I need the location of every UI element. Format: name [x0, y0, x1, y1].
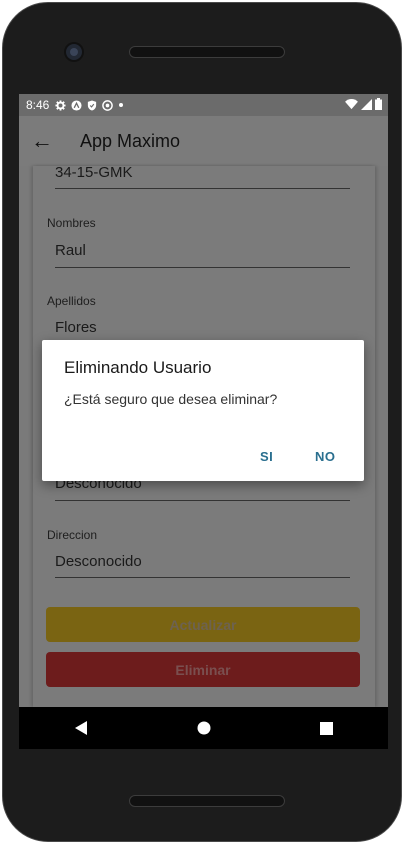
back-triangle-icon	[74, 721, 87, 735]
front-camera	[66, 44, 82, 60]
recents-square-icon	[320, 721, 333, 735]
confirm-dialog: Eliminando Usuario ¿Está seguro que dese…	[42, 340, 364, 481]
screen: 8:46 ← App Maximo 34-15-GMK Nombres Raul…	[19, 94, 388, 707]
dialog-message: ¿Está seguro que desea eliminar?	[64, 391, 278, 407]
dialog-title: Eliminando Usuario	[64, 358, 212, 377]
system-nav-bar	[19, 707, 388, 749]
dialog-yes-button[interactable]: SI	[260, 449, 273, 464]
nav-back-button[interactable]	[61, 708, 101, 748]
nav-home-button[interactable]	[184, 708, 224, 748]
top-speaker	[129, 46, 285, 58]
nav-recents-button[interactable]	[307, 708, 347, 748]
dialog-no-button[interactable]: NO	[315, 449, 336, 464]
home-circle-icon	[197, 721, 210, 735]
bottom-speaker	[129, 795, 285, 807]
